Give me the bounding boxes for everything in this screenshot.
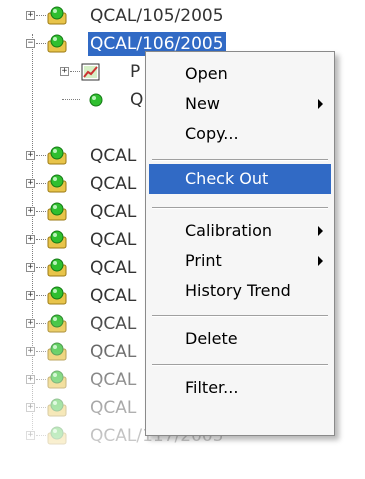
- qcal-node-icon: [47, 314, 67, 333]
- chart-icon: [81, 63, 100, 81]
- tree-item-label: QCAL: [90, 230, 137, 250]
- context-menu[interactable]: Open New Copy... Check Out Calibration P…: [145, 51, 335, 436]
- collapse-icon[interactable]: −: [26, 39, 35, 48]
- qcal-node-icon: [47, 286, 67, 305]
- submenu-arrow-icon: [318, 256, 323, 266]
- menu-separator: [152, 159, 328, 161]
- qcal-node-icon: [47, 342, 67, 361]
- tree-connector: [36, 351, 46, 352]
- expand-icon[interactable]: +: [26, 235, 35, 244]
- tree-connector: [36, 155, 46, 156]
- menu-item-label: History Trend: [185, 281, 291, 300]
- tree-connector: [36, 295, 46, 296]
- green-dot-icon: [89, 93, 103, 107]
- menu-item-filter[interactable]: Filter...: [149, 373, 331, 403]
- tree-item[interactable]: + QCAL/105/2005: [0, 2, 365, 30]
- menu-item-open[interactable]: Open: [149, 59, 331, 89]
- qcal-node-icon: [47, 370, 67, 389]
- qcal-node-icon: [47, 258, 67, 277]
- tree-item-label: QCAL: [90, 286, 137, 306]
- tree-connector: [36, 239, 46, 240]
- menu-separator: [152, 364, 328, 366]
- menu-item-label: New: [185, 94, 220, 113]
- expand-icon[interactable]: +: [26, 375, 35, 384]
- tree-item-label: QCAL: [90, 146, 137, 166]
- tree-item-label: QCAL: [90, 342, 137, 362]
- tree-item-label: Q: [130, 90, 144, 110]
- menu-item-label: Check Out: [185, 169, 269, 188]
- menu-separator: [152, 315, 328, 317]
- tree-connector: [36, 407, 46, 408]
- submenu-arrow-icon: [318, 99, 323, 109]
- menu-separator: [152, 207, 328, 209]
- tree-item-label: QCAL: [90, 258, 137, 278]
- tree-item-label: P: [130, 62, 141, 82]
- expand-icon[interactable]: +: [26, 179, 35, 188]
- qcal-node-icon: [47, 174, 67, 193]
- menu-item-check-out[interactable]: Check Out: [149, 164, 331, 194]
- qcal-node-icon: [47, 146, 67, 165]
- qcal-node-icon: [47, 398, 67, 417]
- tree-item-label: QCAL: [90, 398, 137, 418]
- expand-icon[interactable]: +: [26, 151, 35, 160]
- menu-item-label: Calibration: [185, 221, 273, 240]
- tree-connector: [36, 43, 46, 44]
- tree-item-label: QCAL: [90, 174, 137, 194]
- qcal-node-icon: [47, 426, 67, 445]
- expand-icon[interactable]: +: [26, 291, 35, 300]
- menu-item-delete[interactable]: Delete: [149, 324, 331, 354]
- expand-icon[interactable]: +: [26, 207, 35, 216]
- expand-icon[interactable]: +: [26, 263, 35, 272]
- menu-item-label: Print: [185, 251, 222, 270]
- submenu-arrow-icon: [318, 226, 323, 236]
- menu-item-print[interactable]: Print: [149, 246, 331, 276]
- expand-icon[interactable]: +: [26, 347, 35, 356]
- qcal-node-icon: [47, 230, 67, 249]
- menu-item-history-trend[interactable]: History Trend: [149, 276, 331, 306]
- tree-connector: [36, 211, 46, 212]
- expand-icon[interactable]: +: [26, 11, 35, 20]
- expand-icon[interactable]: +: [26, 403, 35, 412]
- tree-connector: [36, 379, 46, 380]
- tree-connector: [36, 323, 46, 324]
- qcal-node-icon: [47, 202, 67, 221]
- tree-item-label: QCAL: [90, 370, 137, 390]
- tree-item-label: QCAL: [90, 314, 137, 334]
- menu-item-copy[interactable]: Copy...: [149, 119, 331, 149]
- menu-item-new[interactable]: New: [149, 89, 331, 119]
- expand-icon[interactable]: +: [26, 431, 35, 440]
- menu-item-label: Filter...: [185, 378, 239, 397]
- expand-icon[interactable]: +: [60, 67, 69, 76]
- menu-item-label: Delete: [185, 329, 238, 348]
- menu-item-label: Open: [185, 64, 228, 83]
- tree-item-label: QCAL: [90, 202, 137, 222]
- tree-connector: [36, 15, 46, 16]
- qcal-node-icon: [47, 34, 67, 53]
- qcal-node-icon: [47, 6, 67, 25]
- expand-icon[interactable]: +: [26, 319, 35, 328]
- tree-connector: [36, 267, 46, 268]
- tree-connector: [70, 71, 80, 72]
- tree-item-label: QCAL/105/2005: [90, 6, 224, 26]
- menu-item-label: Copy...: [185, 124, 239, 143]
- menu-item-calibration[interactable]: Calibration: [149, 216, 331, 246]
- tree-connector: [36, 183, 46, 184]
- tree-connector: [36, 435, 46, 436]
- tree-connector: [62, 99, 80, 100]
